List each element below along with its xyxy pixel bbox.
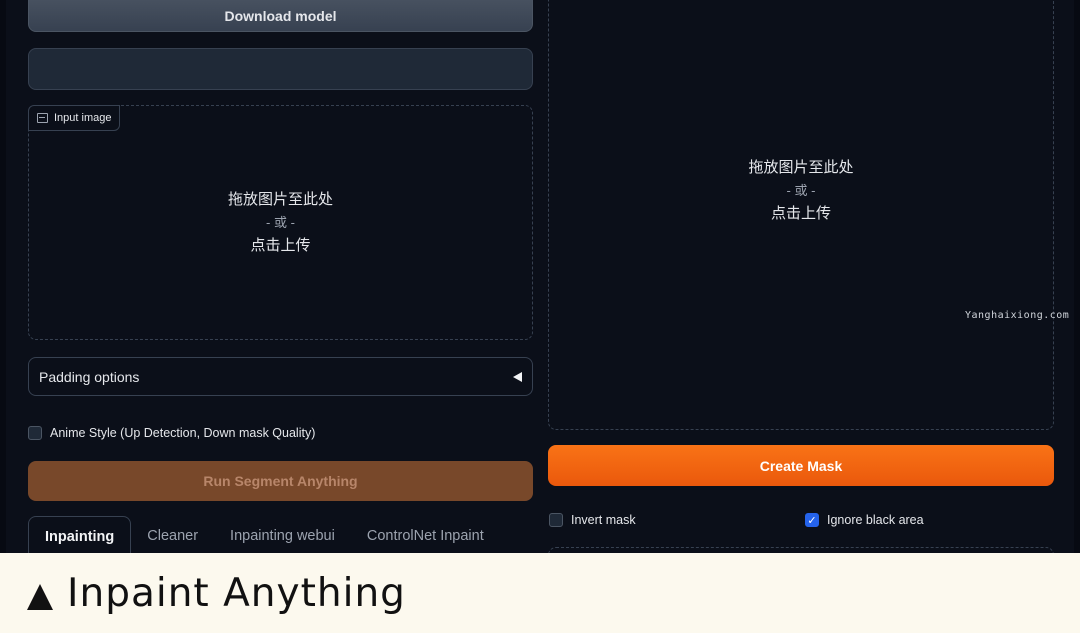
ignore-black-area-checkbox[interactable]: ✓: [805, 513, 819, 527]
input-image-label: Input image: [28, 105, 121, 131]
status-textbox[interactable]: [28, 48, 533, 90]
caption-banner: Inpaint Anything: [0, 553, 1080, 633]
triangle-icon: [27, 584, 53, 610]
input-image-dropzone[interactable]: 拖放图片至此处 - 或 - 点击上传: [28, 105, 533, 340]
dropzone-line2: - 或 -: [266, 215, 295, 230]
sam-image-dropzone[interactable]: 拖放图片至此处 - 或 - 点击上传: [548, 0, 1054, 430]
inpaint-tabs: Inpainting Cleaner Inpainting webui Cont…: [28, 516, 533, 553]
padding-options-label: Padding options: [39, 368, 140, 385]
tab-cleaner[interactable]: Cleaner: [131, 516, 214, 553]
create-mask-button[interactable]: Create Mask: [548, 445, 1054, 486]
dropzone-line1: 拖放图片至此处: [227, 191, 333, 208]
anime-style-label: Anime Style (Up Detection, Down mask Qua…: [50, 426, 316, 440]
invert-mask-label: Invert mask: [571, 513, 636, 527]
app-window: Download model 拖放图片至此处 - 或 - 点击上传 Input …: [0, 0, 1080, 553]
invert-mask-checkbox[interactable]: [549, 513, 563, 527]
watermark-text: Yanghaixiong.com: [965, 310, 1070, 321]
collapse-triangle-icon: [513, 371, 522, 382]
run-segment-anything-button[interactable]: Run Segment Anything: [28, 461, 533, 501]
anime-style-checkbox[interactable]: [28, 426, 42, 440]
dropzone-line3: 点击上传: [250, 237, 311, 254]
caption-title: Inpaint Anything: [67, 570, 406, 616]
right-edge: [1074, 0, 1080, 553]
input-image-label-text: Input image: [54, 112, 112, 124]
tab-inpainting-webui[interactable]: Inpainting webui: [214, 516, 351, 553]
tab-controlnet-inpaint[interactable]: ControlNet Inpaint: [351, 516, 500, 553]
invert-mask-checkbox-row[interactable]: Invert mask: [549, 513, 636, 527]
dropzone-line3: 点击上传: [770, 204, 831, 222]
ignore-black-area-checkbox-row[interactable]: ✓ Ignore black area: [805, 513, 924, 527]
left-edge: [0, 0, 6, 553]
padding-options-accordion[interactable]: Padding options: [28, 357, 533, 396]
dropzone-line1: 拖放图片至此处: [748, 158, 854, 176]
download-model-button[interactable]: Download model: [28, 0, 533, 32]
image-icon: [37, 113, 48, 123]
dropzone-line2: - 或 -: [786, 182, 816, 198]
anime-style-checkbox-row[interactable]: Anime Style (Up Detection, Down mask Qua…: [28, 426, 315, 440]
tab-inpainting[interactable]: Inpainting: [28, 516, 132, 553]
ignore-black-area-label: Ignore black area: [827, 513, 924, 527]
